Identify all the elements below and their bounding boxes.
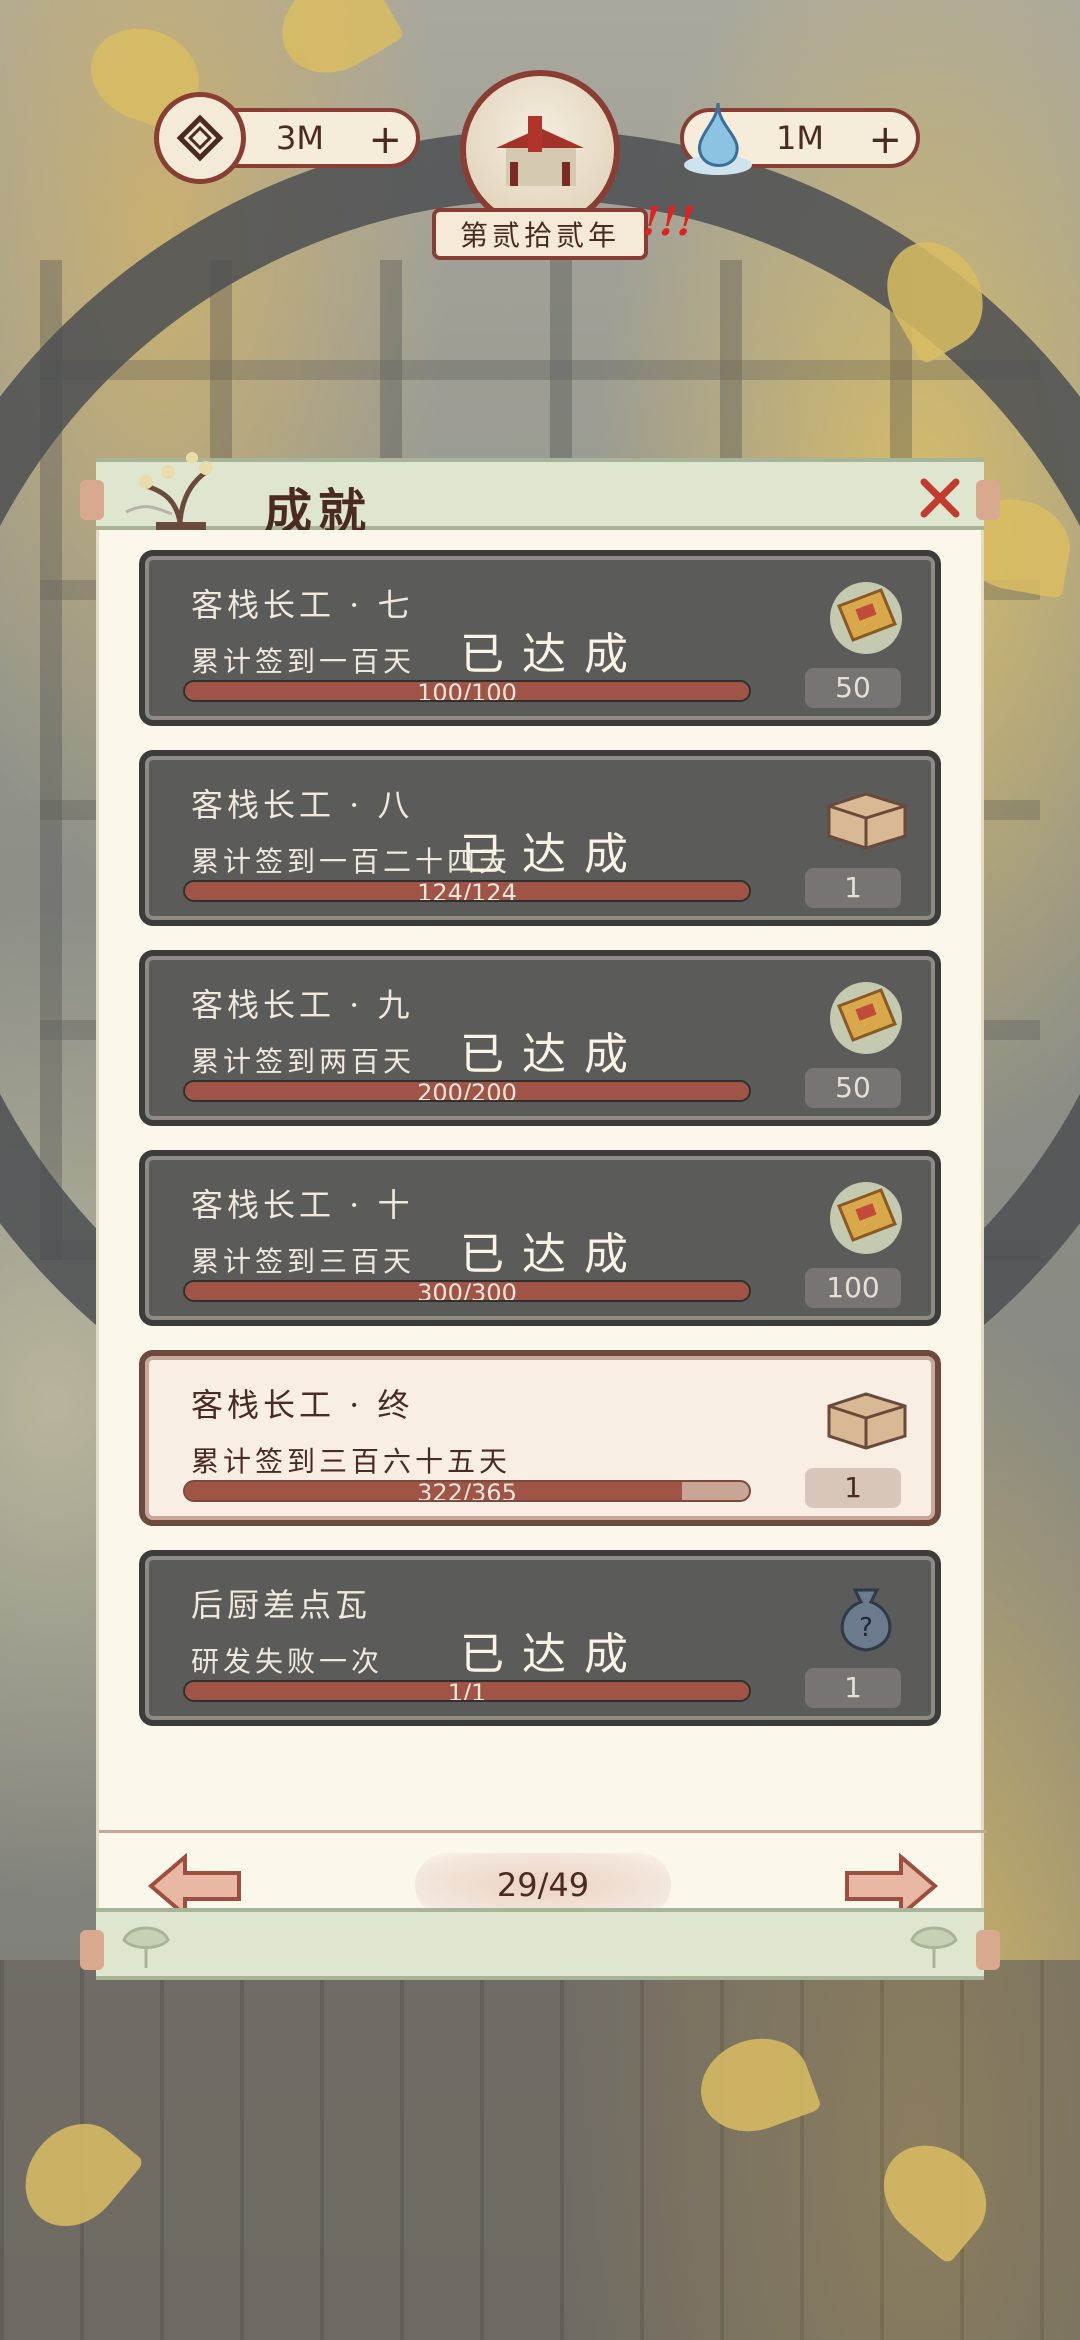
achievements-panel: 成就 客栈长工 · 七累计签到一百天 100/100 已达成 50 客栈长工 · 八累计…: [80, 452, 1000, 1980]
water-drop-icon: [672, 92, 764, 184]
completed-label: 已达成: [460, 829, 646, 880]
year-banner: 第贰拾贰年: [432, 208, 648, 260]
achievement-item[interactable]: 客栈长工 · 七累计签到一百天 100/100 已达成 50: [139, 550, 941, 726]
add-spirit-icon[interactable]: +: [868, 120, 902, 160]
achievement-description: 累计签到三百六十五天: [191, 1445, 512, 1478]
spirit-amount: 1M: [776, 119, 824, 157]
progress-text: 322/365: [417, 1480, 517, 1502]
box-icon: [821, 776, 911, 856]
reward-count: 1: [805, 1468, 901, 1508]
coin-amount: 3M: [276, 119, 324, 157]
progress-bar: 1/1: [183, 1680, 751, 1702]
reward-count: 100: [805, 1268, 901, 1308]
ticket-icon: [821, 1176, 911, 1256]
coin-icon: [154, 92, 246, 184]
progress-bar: 124/124: [183, 880, 751, 902]
progress-bar: 300/300: [183, 1280, 751, 1302]
close-button[interactable]: [914, 472, 966, 524]
add-coins-icon[interactable]: +: [368, 120, 402, 160]
achievement-title: 客栈长工 · 七: [191, 586, 414, 624]
scroll-end: [976, 480, 1000, 520]
reward-count: 50: [805, 1068, 901, 1108]
reward-count: 1: [805, 1668, 901, 1708]
achievement-description: 累计签到三百天: [191, 1245, 416, 1278]
scroll-end: [80, 1930, 104, 1970]
completed-label: 已达成: [460, 1629, 646, 1680]
achievement-title: 客栈长工 · 终: [191, 1386, 414, 1424]
ginkgo-leaf-icon: [122, 1926, 170, 1968]
alert-icon: !!!: [635, 198, 701, 245]
ginkgo-leaf-icon: [910, 1926, 958, 1968]
panel-footer: [80, 1908, 1000, 1980]
box-icon: [821, 1376, 911, 1456]
top-hud: 3M + 第贰拾贰年 !!! 1M +: [0, 0, 1080, 280]
completed-label: 已达成: [460, 629, 646, 680]
achievement-item[interactable]: 客栈长工 · 九累计签到两百天 200/200 已达成 50: [139, 950, 941, 1126]
achievement-list: 客栈长工 · 七累计签到一百天 100/100 已达成 50 客栈长工 · 八 累计签到一…: [139, 550, 941, 1750]
ticket-icon: [821, 976, 911, 1056]
progress-bar: 200/200: [183, 1080, 751, 1102]
scroll-end: [80, 480, 104, 520]
pouch-icon: ?: [821, 1576, 911, 1656]
completed-label: 已达成: [460, 1229, 646, 1280]
progress-text: 1/1: [447, 1680, 487, 1702]
achievement-title: 客栈长工 · 九: [191, 986, 414, 1024]
achievement-item[interactable]: 客栈长工 · 十累计签到三百天 300/300 已达成 100: [139, 1150, 941, 1326]
svg-text:?: ?: [859, 1613, 873, 1643]
inn-emblem[interactable]: [460, 70, 620, 230]
progress-text: 124/124: [417, 880, 517, 902]
progress-bar: 100/100: [183, 680, 751, 702]
ticket-icon: [821, 576, 911, 656]
achievement-item[interactable]: 客栈长工 · 八累计签到一百二十四天 124/124 已达成 1: [139, 750, 941, 926]
achievement-description: 累计签到两百天: [191, 1045, 416, 1078]
panel-header: 成就: [80, 452, 1000, 540]
achievement-description: 研发失败一次: [191, 1645, 384, 1678]
achievement-description: 累计签到一百天: [191, 645, 416, 678]
achievement-title: 客栈长工 · 八: [191, 786, 414, 824]
progress-text: 200/200: [417, 1080, 517, 1102]
achievement-title: 后厨差点瓦: [191, 1586, 372, 1624]
achievement-title: 客栈长工 · 十: [191, 1186, 414, 1224]
close-icon: [920, 478, 960, 518]
achievement-item[interactable]: 客栈长工 · 终累计签到三百六十五天 322/365 1: [139, 1350, 941, 1526]
scroll-end: [976, 1930, 1000, 1970]
progress-text: 100/100: [417, 680, 517, 702]
reward-count: 1: [805, 868, 901, 908]
progress-bar: 322/365: [183, 1480, 751, 1502]
reward-count: 50: [805, 668, 901, 708]
completed-label: 已达成: [460, 1029, 646, 1080]
panel-body: 客栈长工 · 七累计签到一百天 100/100 已达成 50 客栈长工 · 八 累计签到一…: [96, 530, 987, 1944]
achievement-item[interactable]: 后厨差点瓦研发失败一次 1/1 已达成? 1: [139, 1550, 941, 1726]
progress-text: 300/300: [417, 1280, 517, 1302]
